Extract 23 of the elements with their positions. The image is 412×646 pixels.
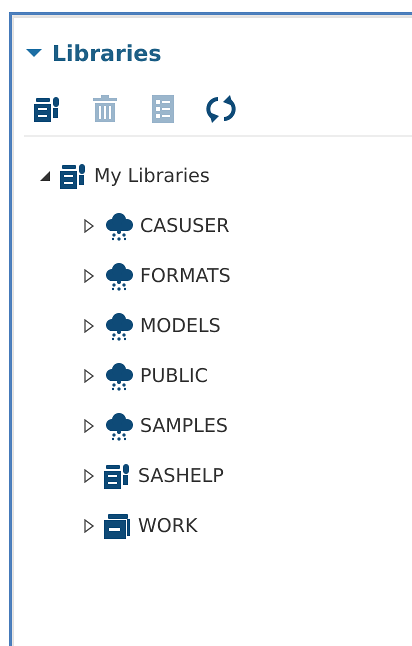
tree-item-label[interactable]: SAMPLES bbox=[140, 412, 228, 440]
collapsed-arrow-icon[interactable] bbox=[82, 318, 96, 334]
collapsed-arrow-icon[interactable] bbox=[82, 218, 96, 234]
collapsed-arrow-icon[interactable] bbox=[82, 468, 96, 484]
collapsed-arrow-icon[interactable] bbox=[82, 268, 96, 284]
file-cabinet-icon bbox=[32, 94, 62, 124]
collapsed-arrow-icon[interactable] bbox=[82, 368, 96, 384]
refresh-icon bbox=[205, 94, 237, 124]
file-cabinet-icon bbox=[58, 161, 88, 191]
panel-title: Libraries bbox=[52, 41, 162, 69]
collapsed-arrow-icon[interactable] bbox=[82, 518, 96, 534]
tree-item-label[interactable]: SASHELP bbox=[138, 462, 224, 490]
file-cabinet-icon bbox=[102, 461, 132, 491]
trash-icon bbox=[90, 94, 120, 124]
tree-item-label[interactable]: My Libraries bbox=[94, 162, 210, 190]
collapsed-arrow-icon[interactable] bbox=[82, 418, 96, 434]
file-drawer-icon bbox=[102, 511, 132, 541]
tree-item-label[interactable]: FORMATS bbox=[140, 262, 231, 290]
tree-item-label[interactable]: CASUSER bbox=[140, 212, 230, 240]
toolbar-button[interactable] bbox=[205, 93, 237, 125]
tree-item-label[interactable]: WORK bbox=[138, 512, 198, 540]
tree-item-label[interactable]: PUBLIC bbox=[140, 362, 208, 390]
tree-item-label[interactable]: MODELS bbox=[140, 312, 221, 340]
